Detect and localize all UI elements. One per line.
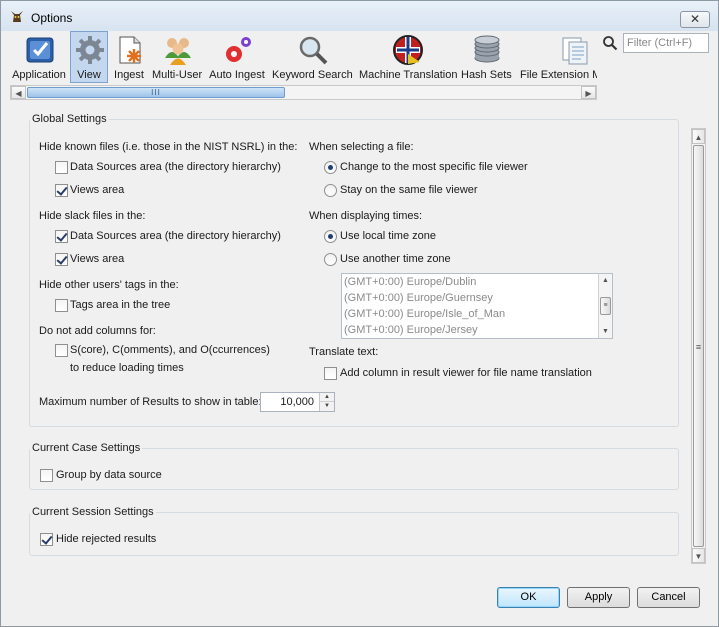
scroll-right-arrow-icon[interactable]: ▶: [581, 86, 596, 99]
tab-label: Keyword Search: [272, 69, 353, 81]
filter-input[interactable]: [623, 33, 709, 53]
scrollbar-thumb[interactable]: ≡: [600, 297, 611, 315]
max-results-spinner[interactable]: 10,000 ▲ ▼: [260, 392, 335, 412]
spinner-down-icon[interactable]: ▼: [320, 402, 334, 411]
scroll-down-arrow-icon[interactable]: ▼: [599, 325, 612, 338]
apply-button[interactable]: Apply: [567, 587, 630, 608]
scroll-up-arrow-icon[interactable]: ▲: [692, 129, 705, 144]
checkbox-label[interactable]: Group by data source: [56, 469, 162, 481]
tab-ingest[interactable]: Ingest: [110, 31, 148, 83]
content-vertical-scrollbar[interactable]: ▲ ≡ ▼: [691, 128, 706, 564]
ok-button[interactable]: OK: [497, 587, 560, 608]
globe-flag-icon: [392, 34, 424, 66]
list-item[interactable]: (GMT+0:00) Europe/Guernsey: [344, 292, 493, 304]
time-zone-list[interactable]: (GMT+0:00) Europe/Dublin (GMT+0:00) Euro…: [341, 273, 613, 339]
tab-label: Hash Sets: [461, 69, 512, 81]
group-title: Current Case Settings: [30, 442, 143, 454]
gear-icon: [74, 34, 106, 66]
checkbox-label[interactable]: S(core), C(omments), and O(ccurrences): [70, 344, 270, 356]
hide-slack-views-checkbox[interactable]: [55, 253, 68, 266]
local-time-zone-radio[interactable]: [324, 230, 337, 243]
toolbar-horizontal-scrollbar[interactable]: ◀ III ▶: [10, 85, 597, 100]
hide-slack-label: Hide slack files in the:: [39, 210, 146, 222]
spinner-value[interactable]: 10,000: [280, 396, 314, 408]
ingest-icon: [114, 34, 146, 66]
tab-label: View: [77, 69, 101, 81]
spinner-buttons: ▲ ▼: [319, 393, 334, 411]
max-results-label: Maximum number of Results to show in tab…: [39, 396, 262, 408]
time-zone-scrollbar[interactable]: ▲ ≡ ▼: [598, 274, 612, 338]
application-icon: [24, 34, 56, 66]
scrollbar-thumb[interactable]: III: [27, 87, 285, 98]
group-title: Current Session Settings: [30, 506, 156, 518]
title-bar: Options ✕: [1, 1, 718, 31]
autopsy-dog-icon: [9, 8, 25, 24]
checkbox-label-line2[interactable]: to reduce loading times: [70, 362, 184, 374]
displaying-times-label: When displaying times:: [309, 210, 423, 222]
hide-rejected-results-checkbox[interactable]: [40, 533, 53, 546]
tab-label: Application: [12, 69, 66, 81]
scroll-down-arrow-icon[interactable]: ▼: [692, 548, 705, 563]
tab-label: Auto Ingest: [209, 69, 265, 81]
hide-tags-area-checkbox[interactable]: [55, 299, 68, 312]
scroll-left-arrow-icon[interactable]: ◀: [11, 86, 26, 99]
hide-known-views-checkbox[interactable]: [55, 184, 68, 197]
no-scc-columns-checkbox[interactable]: [55, 344, 68, 357]
same-viewer-radio[interactable]: [324, 184, 337, 197]
tab-auto-ingest[interactable]: Auto Ingest: [207, 31, 267, 83]
checkbox-label[interactable]: Data Sources area (the directory hierarc…: [70, 230, 281, 242]
radio-label[interactable]: Stay on the same file viewer: [340, 184, 478, 196]
spinner-up-icon[interactable]: ▲: [320, 393, 334, 402]
checkbox-label[interactable]: Views area: [70, 253, 124, 265]
hide-known-data-sources-checkbox[interactable]: [55, 161, 68, 174]
hide-slack-data-sources-checkbox[interactable]: [55, 230, 68, 243]
another-time-zone-radio[interactable]: [324, 253, 337, 266]
tab-label: Ingest: [114, 69, 144, 81]
checkbox-label[interactable]: Tags area in the tree: [70, 299, 170, 311]
file-extension-icon: [559, 34, 591, 66]
scrollbar-thumb[interactable]: ≡: [693, 145, 704, 547]
checkbox-label[interactable]: Views area: [70, 184, 124, 196]
no-columns-label: Do not add columns for:: [39, 325, 156, 337]
radio-label[interactable]: Use another time zone: [340, 253, 451, 265]
translate-text-label: Translate text:: [309, 346, 379, 358]
list-item[interactable]: (GMT+0:00) Europe/Jersey: [344, 324, 478, 336]
tab-machine-translation[interactable]: Machine Translation: [358, 31, 458, 83]
tab-hash-sets[interactable]: Hash Sets: [460, 31, 512, 83]
translation-column-checkbox[interactable]: [324, 367, 337, 380]
group-title: Global Settings: [30, 113, 109, 125]
search-icon: [602, 35, 618, 51]
tab-multi-user[interactable]: Multi-User: [151, 31, 203, 83]
tab-label: Machine Translation: [359, 69, 458, 81]
window-title: Options: [31, 11, 73, 25]
checkbox-label[interactable]: Add column in result viewer for file nam…: [340, 367, 592, 379]
magnifier-icon: [297, 34, 329, 66]
tab-keyword-search[interactable]: Keyword Search: [271, 31, 353, 83]
radio-label[interactable]: Use local time zone: [340, 230, 436, 242]
tab-label: File Extension Mi: [520, 69, 598, 81]
radio-label[interactable]: Change to the most specific file viewer: [340, 161, 528, 173]
most-specific-viewer-radio[interactable]: [324, 161, 337, 174]
tab-file-extension-mismatch[interactable]: File Extension Mi: [516, 31, 598, 83]
selecting-file-label: When selecting a file:: [309, 141, 414, 153]
options-window: Options ✕ Application View Ingest Multi-…: [0, 0, 719, 627]
close-button[interactable]: ✕: [680, 11, 710, 28]
users-icon: [162, 34, 194, 66]
hide-known-label: Hide known files (i.e. those in the NIST…: [39, 141, 298, 153]
list-item[interactable]: (GMT+0:00) Europe/Dublin: [344, 276, 476, 288]
list-item[interactable]: (GMT+0:00) Europe/Isle_of_Man: [344, 308, 505, 320]
tab-view[interactable]: View: [70, 31, 108, 83]
auto-ingest-icon: [222, 34, 254, 66]
category-toolbar: Application View Ingest Multi-User Auto …: [1, 31, 718, 85]
tab-label: Multi-User: [152, 69, 203, 81]
checkbox-label[interactable]: Data Sources area (the directory hierarc…: [70, 161, 281, 173]
hide-tags-label: Hide other users' tags in the:: [39, 279, 179, 291]
group-by-data-source-checkbox[interactable]: [40, 469, 53, 482]
database-icon: [471, 34, 503, 66]
checkbox-label[interactable]: Hide rejected results: [56, 533, 156, 545]
cancel-button[interactable]: Cancel: [637, 587, 700, 608]
tab-application[interactable]: Application: [10, 31, 68, 83]
scroll-up-arrow-icon[interactable]: ▲: [599, 274, 612, 287]
